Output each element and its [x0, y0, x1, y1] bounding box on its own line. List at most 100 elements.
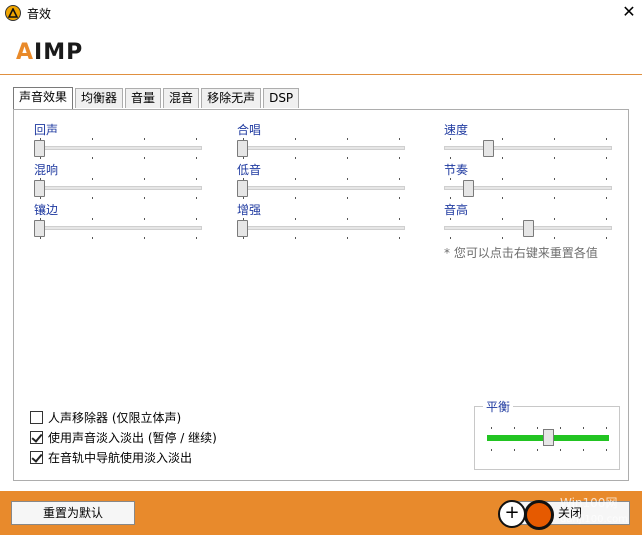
slider-tick: [92, 157, 93, 159]
slider-label: 镶边: [34, 203, 59, 217]
vocal-remover-checkbox[interactable]: 人声移除器 (仅限立体声): [30, 409, 181, 426]
slider-tick: [502, 178, 503, 180]
slider-tick: [502, 237, 503, 239]
slider-thumb[interactable]: [462, 180, 474, 197]
slider-tick: [196, 218, 197, 220]
balance-label: 平衡: [483, 398, 514, 415]
slider-thumb[interactable]: [483, 140, 495, 157]
balance-tick: [560, 427, 561, 429]
slider-tick: [295, 237, 296, 239]
slider-tick: [554, 237, 555, 239]
slider-thumb[interactable]: [237, 180, 248, 197]
slider-tick: [450, 138, 451, 140]
tab-mixer[interactable]: 混音: [163, 88, 200, 108]
checkbox-box[interactable]: [30, 411, 43, 424]
window-close-icon[interactable]: ✕: [618, 2, 640, 22]
slider-tick: [399, 157, 400, 159]
slider-tick: [243, 237, 244, 239]
tab-silence-removal[interactable]: 移除无声: [201, 88, 262, 108]
balance-tick: [560, 449, 561, 451]
slider-track[interactable]: [237, 226, 405, 230]
slider-tick: [606, 218, 607, 220]
slider-tick: [196, 237, 197, 239]
checkbox-box[interactable]: [30, 431, 43, 444]
slider-tick: [347, 138, 348, 140]
checkbox-label: 在音轨中导航使用淡入淡出: [48, 451, 193, 465]
slider-tick: [347, 178, 348, 180]
slider-track[interactable]: [34, 186, 202, 190]
slider-tick: [144, 138, 145, 140]
balance-tick: [514, 449, 515, 451]
slider-tick: [347, 157, 348, 159]
slider-tick: [144, 218, 145, 220]
title-bar: 音效 ✕: [0, 0, 642, 26]
slider-tick: [450, 218, 451, 220]
slider-tick: [450, 178, 451, 180]
slider-tick: [347, 197, 348, 199]
slider-tick: [243, 157, 244, 159]
slider-track[interactable]: [237, 186, 405, 190]
fade-pause-checkbox[interactable]: 使用声音淡入淡出 (暂停 / 继续): [30, 429, 217, 446]
watermark-plus-icon: +: [498, 500, 526, 528]
slider-tick: [295, 197, 296, 199]
slider-tick: [92, 237, 93, 239]
slider-tick: [606, 138, 607, 140]
slider-track[interactable]: [34, 146, 202, 150]
slider-thumb[interactable]: [34, 180, 45, 197]
slider-label: 合唱: [237, 123, 262, 137]
reset-hint: * 您可以点击右键来重置各值: [444, 246, 598, 260]
checkbox-label: 人声移除器 (仅限立体声): [48, 411, 182, 425]
slider-tick: [144, 178, 145, 180]
slider-tick: [502, 157, 503, 159]
balance-group: 平衡: [474, 398, 620, 470]
balance-tick: [537, 449, 538, 451]
slider-tick: [554, 157, 555, 159]
balance-tick: [537, 427, 538, 429]
slider-thumb[interactable]: [522, 220, 534, 237]
slider-tick: [606, 157, 607, 159]
slider-thumb[interactable]: [34, 220, 45, 237]
balance-tick: [583, 427, 584, 429]
slider-tick: [144, 197, 145, 199]
tab-volume[interactable]: 音量: [125, 88, 162, 108]
slider-track[interactable]: [34, 226, 202, 230]
slider-track[interactable]: [444, 146, 612, 150]
slider-tick: [606, 237, 607, 239]
slider-tick: [295, 178, 296, 180]
slider-tick: [450, 157, 451, 159]
slider-tick: [399, 178, 400, 180]
tab-strip: 声音效果 均衡器 音量 混音 移除无声 DSP: [13, 87, 301, 109]
slider-tick: [399, 218, 400, 220]
watermark-url: danji100.com: [560, 514, 628, 525]
slider-label: 速度: [444, 123, 469, 137]
slider-tick: [92, 197, 93, 199]
balance-thumb[interactable]: [543, 429, 554, 446]
slider-thumb[interactable]: [237, 140, 248, 157]
balance-tick: [606, 449, 607, 451]
slider-tick: [606, 178, 607, 180]
balance-tick: [583, 449, 584, 451]
balance-tick: [606, 427, 607, 429]
slider-track[interactable]: [237, 146, 405, 150]
slider-tick: [92, 178, 93, 180]
slider-label: 低音: [237, 163, 262, 177]
fade-navigation-checkbox[interactable]: 在音轨中导航使用淡入淡出: [30, 449, 192, 466]
tab-sound-effects[interactable]: 声音效果: [13, 87, 74, 109]
reset-defaults-button[interactable]: 重置为默认: [11, 501, 135, 525]
watermark-logo-icon: [524, 500, 554, 530]
slider-label: 音高: [444, 203, 469, 217]
checkbox-box[interactable]: [30, 451, 43, 464]
aimp-app-icon: [5, 5, 21, 21]
tab-dsp[interactable]: DSP: [263, 88, 300, 108]
balance-tick: [514, 427, 515, 429]
slider-tick: [399, 237, 400, 239]
slider-tick: [554, 138, 555, 140]
slider-tick: [554, 218, 555, 220]
slider-tick: [92, 218, 93, 220]
slider-thumb[interactable]: [237, 220, 248, 237]
checkbox-label: 使用声音淡入淡出 (暂停 / 继续): [48, 431, 217, 445]
slider-tick: [196, 178, 197, 180]
tab-equalizer[interactable]: 均衡器: [75, 88, 124, 108]
slider-tick: [502, 197, 503, 199]
slider-thumb[interactable]: [34, 140, 45, 157]
